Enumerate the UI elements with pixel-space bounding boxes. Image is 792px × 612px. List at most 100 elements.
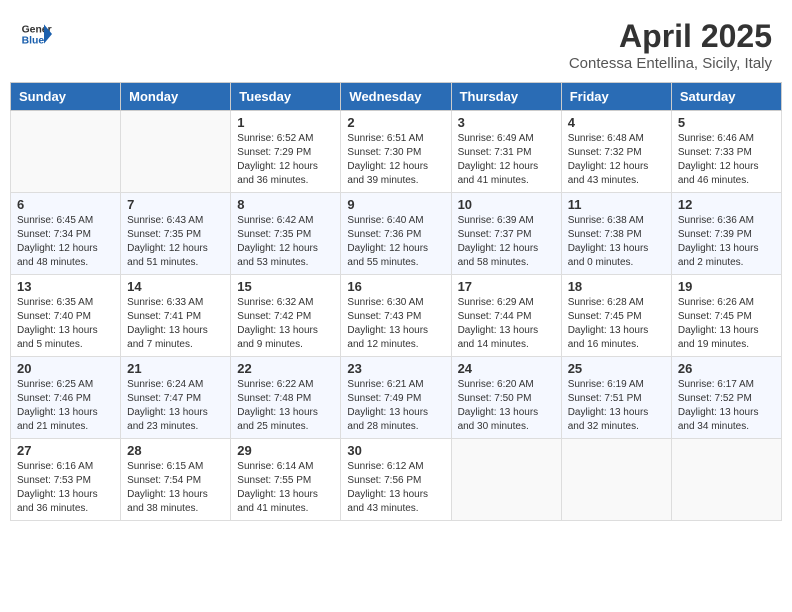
calendar-day-cell: 17 Sunrise: 6:29 AMSunset: 7:44 PMDayligh… <box>451 275 561 357</box>
day-number: 11 <box>568 197 665 212</box>
calendar-day-cell: 30 Sunrise: 6:12 AMSunset: 7:56 PMDayligh… <box>341 439 451 521</box>
calendar-day-cell: 24 Sunrise: 6:20 AMSunset: 7:50 PMDayligh… <box>451 357 561 439</box>
calendar-day-cell <box>561 439 671 521</box>
calendar-day-cell: 21 Sunrise: 6:24 AMSunset: 7:47 PMDayligh… <box>121 357 231 439</box>
day-info: Sunrise: 6:38 AMSunset: 7:38 PMDaylight:… <box>568 214 665 270</box>
day-info: Sunrise: 6:17 AMSunset: 7:52 PMDaylight:… <box>678 378 775 434</box>
calendar-week-row: 20 Sunrise: 6:25 AMSunset: 7:46 PMDayligh… <box>11 357 782 439</box>
calendar-day-cell: 4Sunrise: 6:48 AMSunset: 7:32 PMDaylight… <box>561 111 671 193</box>
day-info: Sunrise: 6:46 AMSunset: 7:33 PMDaylight:… <box>678 132 775 188</box>
day-info: Sunrise: 6:49 AMSunset: 7:31 PMDaylight:… <box>458 132 555 188</box>
weekday-header-row: SundayMondayTuesdayWednesdayThursdayFrid… <box>11 83 782 111</box>
day-number: 12 <box>678 197 775 212</box>
day-info: Sunrise: 6:29 AMSunset: 7:44 PMDaylight:… <box>458 296 555 352</box>
day-number: 10 <box>458 197 555 212</box>
location-subtitle: Contessa Entellina, Sicily, Italy <box>569 55 772 72</box>
weekday-header-cell: Sunday <box>11 83 121 111</box>
calendar-day-cell <box>11 111 121 193</box>
calendar-day-cell: 9 Sunrise: 6:40 AMSunset: 7:36 PMDaylight… <box>341 193 451 275</box>
day-number: 19 <box>678 279 775 294</box>
day-number: 17 <box>458 279 555 294</box>
day-number: 4 <box>568 115 665 130</box>
day-number: 5 <box>678 115 775 130</box>
day-number: 9 <box>347 197 444 212</box>
day-number: 14 <box>127 279 224 294</box>
day-info: Sunrise: 6:45 AMSunset: 7:34 PMDaylight:… <box>17 214 114 270</box>
day-info: Sunrise: 6:24 AMSunset: 7:47 PMDaylight:… <box>127 378 224 434</box>
day-info: Sunrise: 6:32 AMSunset: 7:42 PMDaylight:… <box>237 296 334 352</box>
day-info: Sunrise: 6:36 AMSunset: 7:39 PMDaylight:… <box>678 214 775 270</box>
day-info: Sunrise: 6:19 AMSunset: 7:51 PMDaylight:… <box>568 378 665 434</box>
day-info: Sunrise: 6:22 AMSunset: 7:48 PMDaylight:… <box>237 378 334 434</box>
calendar-day-cell <box>121 111 231 193</box>
day-info: Sunrise: 6:39 AMSunset: 7:37 PMDaylight:… <box>458 214 555 270</box>
weekday-header-cell: Wednesday <box>341 83 451 111</box>
day-number: 27 <box>17 443 114 458</box>
day-number: 21 <box>127 361 224 376</box>
day-number: 1 <box>237 115 334 130</box>
calendar-day-cell: 8 Sunrise: 6:42 AMSunset: 7:35 PMDaylight… <box>231 193 341 275</box>
calendar-day-cell: 2 Sunrise: 6:51 AMSunset: 7:30 PMDaylight… <box>341 111 451 193</box>
day-number: 29 <box>237 443 334 458</box>
day-info: Sunrise: 6:20 AMSunset: 7:50 PMDaylight:… <box>458 378 555 434</box>
day-info: Sunrise: 6:51 AMSunset: 7:30 PMDaylight:… <box>347 132 444 188</box>
day-number: 8 <box>237 197 334 212</box>
day-number: 23 <box>347 361 444 376</box>
calendar-day-cell: 27Sunrise: 6:16 AMSunset: 7:53 PMDayligh… <box>11 439 121 521</box>
day-info: Sunrise: 6:26 AMSunset: 7:45 PMDaylight:… <box>678 296 775 352</box>
day-number: 3 <box>458 115 555 130</box>
day-number: 22 <box>237 361 334 376</box>
day-info: Sunrise: 6:12 AMSunset: 7:56 PMDaylight:… <box>347 460 444 516</box>
calendar-day-cell: 11 Sunrise: 6:38 AMSunset: 7:38 PMDayligh… <box>561 193 671 275</box>
day-info: Sunrise: 6:52 AMSunset: 7:29 PMDaylight:… <box>237 132 334 188</box>
day-number: 26 <box>678 361 775 376</box>
calendar-day-cell <box>451 439 561 521</box>
calendar-day-cell: 15 Sunrise: 6:32 AMSunset: 7:42 PMDayligh… <box>231 275 341 357</box>
day-info: Sunrise: 6:42 AMSunset: 7:35 PMDaylight:… <box>237 214 334 270</box>
svg-text:Blue: Blue <box>22 36 45 47</box>
day-number: 25 <box>568 361 665 376</box>
day-info: Sunrise: 6:43 AMSunset: 7:35 PMDaylight:… <box>127 214 224 270</box>
weekday-header-cell: Friday <box>561 83 671 111</box>
calendar-day-cell <box>671 439 781 521</box>
day-number: 24 <box>458 361 555 376</box>
calendar-body: 1 Sunrise: 6:52 AMSunset: 7:29 PMDaylight… <box>11 111 782 521</box>
day-number: 6 <box>17 197 114 212</box>
calendar-week-row: 1 Sunrise: 6:52 AMSunset: 7:29 PMDaylight… <box>11 111 782 193</box>
calendar-day-cell: 16Sunrise: 6:30 AMSunset: 7:43 PMDayligh… <box>341 275 451 357</box>
day-number: 2 <box>347 115 444 130</box>
day-info: Sunrise: 6:21 AMSunset: 7:49 PMDaylight:… <box>347 378 444 434</box>
month-title: April 2025 <box>569 18 772 55</box>
day-number: 13 <box>17 279 114 294</box>
logo: General Blue <box>20 18 52 50</box>
calendar-week-row: 13 Sunrise: 6:35 AMSunset: 7:40 PMDayligh… <box>11 275 782 357</box>
day-info: Sunrise: 6:40 AMSunset: 7:36 PMDaylight:… <box>347 214 444 270</box>
weekday-header-cell: Thursday <box>451 83 561 111</box>
calendar-day-cell: 26 Sunrise: 6:17 AMSunset: 7:52 PMDayligh… <box>671 357 781 439</box>
day-number: 18 <box>568 279 665 294</box>
weekday-header-cell: Tuesday <box>231 83 341 111</box>
day-info: Sunrise: 6:14 AMSunset: 7:55 PMDaylight:… <box>237 460 334 516</box>
calendar-day-cell: 14 Sunrise: 6:33 AMSunset: 7:41 PMDayligh… <box>121 275 231 357</box>
calendar-day-cell: 25 Sunrise: 6:19 AMSunset: 7:51 PMDayligh… <box>561 357 671 439</box>
calendar-day-cell: 12 Sunrise: 6:36 AMSunset: 7:39 PMDayligh… <box>671 193 781 275</box>
day-info: Sunrise: 6:25 AMSunset: 7:46 PMDaylight:… <box>17 378 114 434</box>
day-number: 16 <box>347 279 444 294</box>
day-info: Sunrise: 6:35 AMSunset: 7:40 PMDaylight:… <box>17 296 114 352</box>
calendar-day-cell: 22 Sunrise: 6:22 AMSunset: 7:48 PMDayligh… <box>231 357 341 439</box>
day-number: 7 <box>127 197 224 212</box>
title-block: April 2025 Contessa Entellina, Sicily, I… <box>569 18 772 72</box>
calendar-day-cell: 18 Sunrise: 6:28 AMSunset: 7:45 PMDayligh… <box>561 275 671 357</box>
day-number: 15 <box>237 279 334 294</box>
page-header: General Blue April 2025 Contessa Entelli… <box>10 10 782 76</box>
calendar-day-cell: 19 Sunrise: 6:26 AMSunset: 7:45 PMDayligh… <box>671 275 781 357</box>
day-number: 30 <box>347 443 444 458</box>
day-info: Sunrise: 6:28 AMSunset: 7:45 PMDaylight:… <box>568 296 665 352</box>
day-number: 28 <box>127 443 224 458</box>
day-info: Sunrise: 6:33 AMSunset: 7:41 PMDaylight:… <box>127 296 224 352</box>
logo-icon: General Blue <box>20 18 52 50</box>
calendar-day-cell: 3 Sunrise: 6:49 AMSunset: 7:31 PMDaylight… <box>451 111 561 193</box>
calendar-day-cell: 7 Sunrise: 6:43 AMSunset: 7:35 PMDaylight… <box>121 193 231 275</box>
day-number: 20 <box>17 361 114 376</box>
calendar-day-cell: 5 Sunrise: 6:46 AMSunset: 7:33 PMDaylight… <box>671 111 781 193</box>
